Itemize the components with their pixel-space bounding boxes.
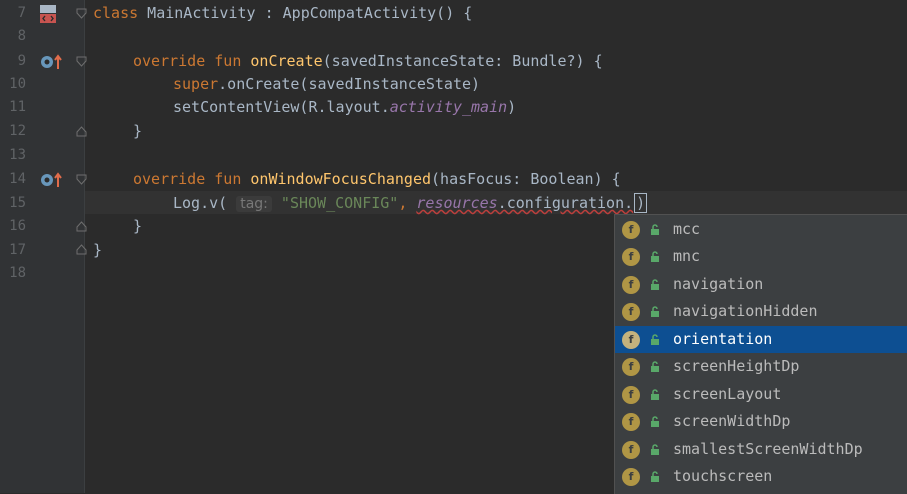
code-line-9[interactable]: override fun onCreate(savedInstanceState… [133,50,603,73]
fold-close-icon[interactable] [76,126,87,137]
public-lock-icon [651,279,659,290]
completion-item-label: mnc [673,247,701,265]
field-icon: f [622,248,640,266]
completion-item-label: navigationHidden [673,302,818,320]
code-text: MainActivity : AppCompatActivity() { [138,4,473,22]
code-text: .configuration. [497,194,634,212]
fold-close-icon[interactable] [76,244,87,255]
parameter-hint: tag: [236,196,272,212]
override-method-icon[interactable] [40,171,64,189]
completion-item[interactable]: f screenLayout [615,381,907,408]
public-lock-icon [651,361,659,372]
completion-item[interactable]: f mcc [615,216,907,243]
code-completion-popup[interactable]: f mcc f mnc f navigation f navigationHid… [614,214,907,494]
line-number: 15 [9,195,26,211]
code-line-14[interactable]: override fun onWindowFocusChanged(hasFoc… [133,168,621,191]
field-icon: f [622,386,640,404]
field-icon: f [622,221,640,239]
completion-item[interactable]: f screenHeightDp [615,353,907,380]
public-lock-icon [651,251,659,262]
comma: , [398,194,417,212]
field-icon: f [622,303,640,321]
completion-item[interactable]: f smallestScreenWidthDp [615,436,907,463]
resource-reference: activity_main [389,98,508,116]
resources-property: resources [416,194,498,212]
public-lock-icon [651,389,659,400]
completion-item-label: mcc [673,220,701,238]
public-lock-icon [651,224,659,235]
completion-item-selected[interactable]: f orientation [615,326,907,353]
field-icon: f [622,441,640,459]
completion-item[interactable]: f navigation [615,271,907,298]
code-line-17[interactable]: } [93,239,102,262]
line-number: 11 [9,99,26,115]
line-number: 16 [9,218,26,234]
line-number: 8 [17,28,26,44]
completion-item-label: orientation [673,330,773,348]
code-line-7[interactable]: class MainActivity : AppCompatActivity()… [93,2,472,25]
keyword: override fun [133,170,251,188]
code-text: Log.v( [173,194,228,212]
keyword: override fun [133,52,251,70]
line-number: 9 [17,53,26,69]
code-line-12[interactable]: } [133,120,142,143]
line-number: 13 [9,147,26,163]
field-icon: f [622,468,640,486]
public-lock-icon [651,334,659,345]
function-name: onCreate [250,52,323,70]
completion-item[interactable]: f mnc [615,243,907,270]
completion-item-label: navigation [673,275,764,293]
string-literal: "SHOW_CONFIG" [280,194,399,212]
public-lock-icon [651,471,659,482]
line-number: 18 [9,265,26,281]
completion-item[interactable]: f screenWidthDp [615,408,907,435]
field-icon: f [622,331,640,349]
field-icon: f [622,413,640,431]
override-method-icon[interactable] [40,53,64,71]
fold-open-icon[interactable] [76,174,87,185]
fold-open-icon[interactable] [76,8,87,19]
completion-item-label: touchscreen [673,467,773,485]
completion-item-label: screenHeightDp [673,357,800,375]
completion-item-label: smallestScreenWidthDp [673,440,863,458]
keyword: super [173,75,219,93]
public-lock-icon [651,306,659,317]
code-text: ) [507,98,517,116]
code-text: setContentView(R.layout. [173,98,390,116]
public-lock-icon [651,416,659,427]
completion-item-label: screenWidthDp [673,412,791,430]
text-caret: ) [634,193,648,213]
line-number: 12 [9,123,26,139]
code-line-15[interactable]: Log.v( tag: "SHOW_CONFIG", resources.con… [173,192,648,215]
code-line-10[interactable]: super.onCreate(savedInstanceState) [173,73,480,96]
function-name: onWindowFocusChanged [250,170,432,188]
code-line-11[interactable]: setContentView(R.layout.activity_main) [173,96,516,119]
completion-item[interactable]: f touchscreen [615,463,907,490]
completion-item-label: screenLayout [673,385,782,403]
fold-close-icon[interactable] [76,221,87,232]
fold-open-icon[interactable] [76,56,87,67]
completion-item[interactable]: f navigationHidden [615,298,907,325]
code-text: .onCreate(savedInstanceState) [218,75,481,93]
line-number: 7 [17,5,26,21]
field-icon: f [622,276,640,294]
line-number: 10 [9,76,26,92]
code-text: (hasFocus: Boolean) { [431,170,621,188]
line-number: 14 [9,171,26,187]
code-text: (savedInstanceState: Bundle?) { [322,52,603,70]
public-lock-icon [651,444,659,455]
code-line-16[interactable]: } [133,215,142,238]
line-number: 17 [9,242,26,258]
field-icon: f [622,358,640,376]
keyword: class [93,4,139,22]
android-layout-icon[interactable] [38,4,58,24]
